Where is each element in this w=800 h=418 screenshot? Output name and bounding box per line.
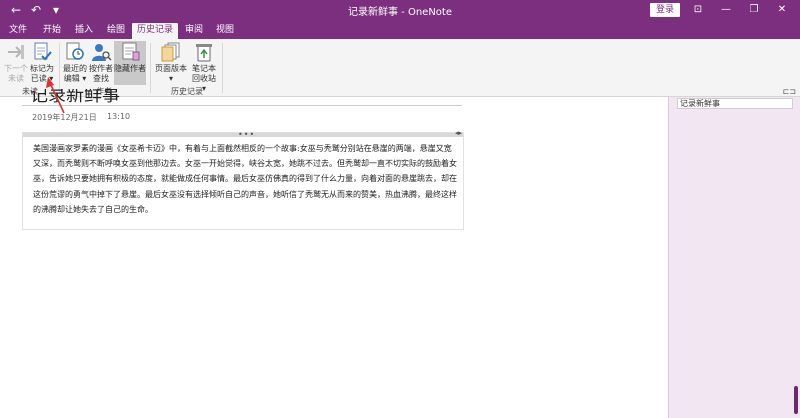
tab-draw[interactable]: 绘图	[104, 23, 128, 39]
recent-edits-label-1: 最近的	[63, 64, 87, 73]
tab-file[interactable]: 文件	[6, 23, 30, 39]
title-bar: ← ↶ ▾ 记录新鲜事 - OneNote 登录 ⊡ — ❐ ✕	[0, 0, 800, 20]
notebook-recycle-bin-label-1: 笔记本	[192, 64, 216, 73]
scrollbar[interactable]	[794, 386, 798, 414]
page-list-item[interactable]: 记录新鲜事	[677, 98, 793, 109]
page-title[interactable]: 记录新鲜事	[30, 89, 120, 103]
page-time: 13:10	[107, 112, 131, 121]
recent-edits-label-2: 编辑 ▾	[63, 74, 87, 83]
ribbon-display-options-icon[interactable]: ⊡	[684, 0, 712, 20]
onenote-window: ← ↶ ▾ 记录新鲜事 - OneNote 登录 ⊡ — ❐ ✕ 文件 开始 插…	[0, 0, 800, 418]
recent-edits-icon	[66, 42, 84, 60]
ribbon-body: 下一个 未读 标记为 已读 ▾ 未读 最近的 编辑 ▾ 按作者 查找 隐藏作者 …	[0, 39, 800, 97]
tab-review[interactable]: 审阅	[182, 23, 206, 39]
group-separator	[222, 43, 223, 93]
find-by-author-icon	[92, 44, 112, 61]
page-versions-button[interactable]: 页面版本 ▾	[154, 41, 188, 84]
hide-authors-button[interactable]: 隐藏作者	[114, 41, 146, 85]
find-by-author-button[interactable]: 按作者 查找	[88, 41, 114, 84]
page-versions-icon	[161, 42, 180, 62]
close-icon[interactable]: ✕	[768, 0, 796, 20]
mark-as-read-button[interactable]: 标记为 已读 ▾	[29, 41, 55, 84]
collapse-ribbon-icon[interactable]: ⊏⊐	[783, 87, 796, 96]
note-container[interactable]: ••• ◂▸ 美国漫画家罗素的漫画《女巫希卡迈》中，有着与上面截然相反的一个故事…	[22, 129, 464, 230]
tab-view[interactable]: 视图	[213, 23, 237, 39]
group-label-history: 历史记录	[171, 87, 203, 96]
title-underline	[22, 105, 462, 106]
find-by-author-label-1: 按作者	[89, 64, 113, 73]
page-date: 2019年12月21日	[32, 113, 97, 122]
page-list-pane: 记录新鲜事	[668, 97, 800, 418]
recent-edits-button[interactable]: 最近的 编辑 ▾	[62, 41, 88, 84]
tab-insert[interactable]: 插入	[72, 23, 96, 39]
next-unread-label-2: 未读	[8, 74, 24, 83]
mark-as-read-label-2: 已读 ▾	[30, 74, 54, 83]
ribbon-tabs: 文件 开始 插入 绘图 历史记录 审阅 视图	[0, 20, 800, 39]
next-unread-label-1: 下一个	[4, 64, 28, 73]
minimize-icon[interactable]: —	[712, 0, 740, 20]
note-body-text[interactable]: 美国漫画家罗素的漫画《女巫希卡迈》中，有着与上面截然相反的一个故事:女巫与秃鹫分…	[33, 141, 458, 217]
hide-authors-label: 隐藏作者	[114, 64, 146, 73]
maximize-icon[interactable]: ❐	[740, 0, 768, 20]
signin-button[interactable]: 登录	[650, 3, 680, 17]
page-versions-label-1: 页面版本	[155, 64, 187, 73]
next-unread-button[interactable]: 下一个 未读	[4, 41, 28, 84]
mark-read-icon	[34, 42, 52, 61]
window-title: 记录新鲜事 - OneNote	[348, 7, 452, 18]
note-page[interactable]: 记录新鲜事 2019年12月21日 13:10 ••• ◂▸ 美国漫画家罗素的漫…	[0, 89, 668, 418]
next-unread-icon	[8, 45, 24, 59]
mark-as-read-label-1: 标记为	[30, 64, 54, 73]
page-versions-label-2: ▾	[168, 74, 173, 83]
find-by-author-label-2: 查找	[93, 74, 109, 83]
group-separator	[150, 43, 151, 93]
group-separator	[59, 43, 60, 93]
tab-home[interactable]: 开始	[40, 23, 64, 39]
hide-authors-icon	[122, 42, 140, 61]
notebook-recycle-bin-icon	[196, 44, 212, 62]
resize-handle-icon[interactable]: ◂▸	[455, 129, 462, 137]
tab-history[interactable]: 历史记录	[132, 23, 178, 39]
move-handle-icon[interactable]: •••	[238, 130, 255, 139]
